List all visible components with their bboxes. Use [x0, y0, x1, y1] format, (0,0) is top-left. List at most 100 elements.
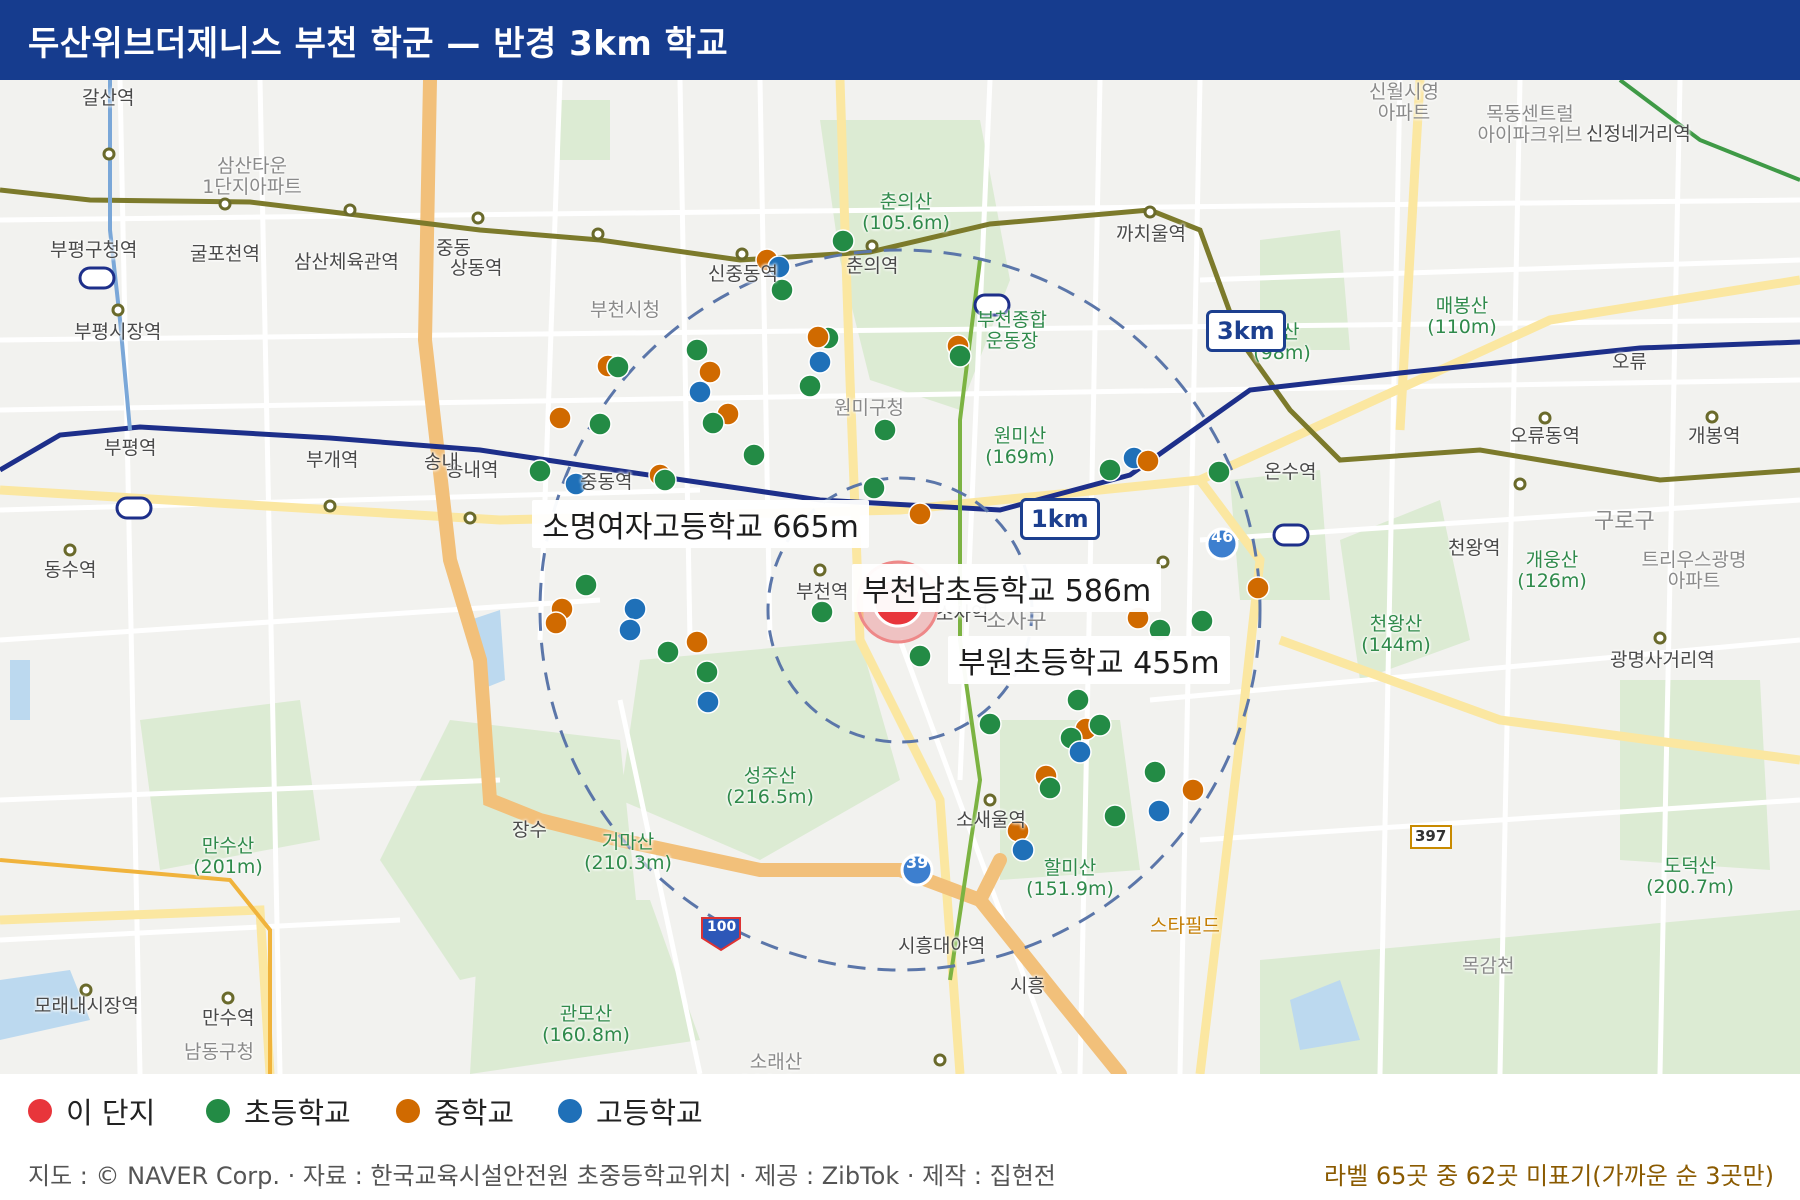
school-marker[interactable] — [1143, 760, 1167, 784]
school-marker[interactable] — [808, 350, 832, 374]
station-label: 삼산체육관역 — [294, 251, 399, 273]
station-label: 굴포천역 — [190, 243, 260, 265]
school-marker[interactable] — [978, 712, 1002, 736]
school-marker[interactable] — [653, 468, 677, 492]
school-marker[interactable] — [606, 355, 630, 379]
mountain-label: 원미산 (169m) — [985, 425, 1055, 468]
ic-label: 장수 — [512, 819, 547, 841]
ring-3km-label: 3km — [1206, 310, 1286, 352]
station-label: 모래내시장역 — [34, 995, 139, 1017]
school-marker[interactable] — [698, 360, 722, 384]
school-marker[interactable] — [1136, 449, 1160, 473]
school-marker[interactable] — [685, 630, 709, 654]
mountain-label: 소래산 (299.6m) — [732, 1051, 820, 1074]
school-marker[interactable] — [948, 344, 972, 368]
station-label: 광명사거리역 — [1610, 649, 1715, 671]
school-label-somyeong: 소명여자고등학교 665m — [532, 500, 869, 548]
mountain-label: 매봉산 (110m) — [1427, 295, 1497, 338]
school-marker[interactable] — [701, 411, 725, 435]
ic-label: 오류 — [1612, 351, 1647, 373]
station-label: 시흥대야역 — [898, 935, 986, 957]
legend-middle: 중학교 — [396, 1090, 514, 1132]
station-label: 동수역 — [44, 559, 97, 581]
school-marker[interactable] — [908, 644, 932, 668]
road-shield-label: 46 — [1211, 527, 1234, 546]
school-marker[interactable] — [688, 380, 712, 404]
station-label: 상동역 — [450, 257, 503, 279]
school-marker[interactable] — [806, 325, 830, 349]
station-label: 개봉역 — [1688, 425, 1741, 447]
school-marker[interactable] — [1207, 460, 1231, 484]
school-marker[interactable] — [1190, 609, 1214, 633]
station-label: 부평역 — [104, 437, 157, 459]
mountain-label: 거마산 (210.3m) — [584, 831, 672, 874]
credit-text: 지도 : © NAVER Corp. · 자료 : 한국교육시설안전원 초중등학… — [28, 1162, 1056, 1190]
school-marker[interactable] — [1103, 804, 1127, 828]
place-label: 삼산타운 1단지아파트 — [202, 155, 302, 198]
station-label: 남동구청 — [184, 1041, 254, 1063]
ring-1km-label: 1km — [1020, 498, 1100, 540]
legend-label: 이 단지 — [66, 1096, 156, 1130]
label-count-note: 라벨 65곳 중 62곳 미표기(가까운 순 3곳만) — [1324, 1162, 1774, 1190]
legend-dot — [396, 1099, 420, 1123]
ic-label: 중동 — [436, 237, 471, 259]
place-label: 목동센트럴 아이파크위브 — [1477, 103, 1583, 146]
station-label: 까치울역 — [1116, 223, 1186, 245]
school-marker[interactable] — [742, 443, 766, 467]
school-marker[interactable] — [1068, 740, 1092, 764]
school-marker[interactable] — [696, 690, 720, 714]
place-label: 부천시청 — [590, 299, 660, 321]
station-label: 중동역 — [580, 471, 633, 493]
mountain-label: 개웅산 (126m) — [1517, 549, 1587, 592]
school-marker[interactable] — [618, 618, 642, 642]
station-label: 온수역 — [1264, 461, 1317, 483]
mountain-label: 성주산 (216.5m) — [726, 765, 814, 808]
school-marker[interactable] — [1066, 688, 1090, 712]
school-marker[interactable] — [574, 573, 598, 597]
mountain-label: 만수산 (201m) — [193, 835, 263, 878]
station-label: 갈산역 — [82, 87, 135, 109]
school-marker[interactable] — [1246, 576, 1270, 600]
station-label: 부천역 — [796, 581, 849, 603]
mountain-label: 천왕산 (144m) — [1361, 613, 1431, 656]
school-marker[interactable] — [528, 459, 552, 483]
school-marker[interactable] — [1088, 713, 1112, 737]
station-label: 천왕역 — [1448, 537, 1501, 559]
school-marker[interactable] — [908, 502, 932, 526]
station-label: 소새울역 — [956, 809, 1026, 831]
mountain-label: 할미산 (151.9m) — [1026, 857, 1114, 900]
station-label: 만수역 — [202, 1007, 255, 1029]
school-marker[interactable] — [1181, 778, 1205, 802]
school-marker[interactable] — [810, 600, 834, 624]
school-marker[interactable] — [548, 406, 572, 430]
school-marker[interactable] — [1147, 799, 1171, 823]
page-title: 두산위브더제니스 부천 학군 — 반경 3km 학교 — [28, 24, 729, 64]
school-marker[interactable] — [862, 476, 886, 500]
school-marker[interactable] — [544, 611, 568, 635]
school-marker[interactable] — [873, 418, 897, 442]
ic-label: 송내 — [424, 451, 459, 473]
place-label: 부천종합 운동장 — [977, 309, 1047, 352]
place-label: 스타필드 — [1150, 915, 1220, 937]
school-marker[interactable] — [798, 374, 822, 398]
place-label: 신월시영 아파트 — [1369, 81, 1439, 124]
station-label: 부평구청역 — [50, 239, 138, 261]
legend-label: 초등학교 — [244, 1096, 351, 1130]
school-marker[interactable] — [831, 229, 855, 253]
place-label: 소사구 — [986, 609, 1047, 634]
school-marker[interactable] — [623, 597, 647, 621]
legend-elementary: 초등학교 — [206, 1090, 351, 1132]
school-marker[interactable] — [695, 660, 719, 684]
school-marker[interactable] — [588, 412, 612, 436]
station-label: 신정네거리역 — [1586, 123, 1691, 145]
school-marker[interactable] — [685, 338, 709, 362]
school-marker[interactable] — [1038, 776, 1062, 800]
map-canvas[interactable]: 갈산역 부평구청역 굴포천역 삼산체육관역 상동역 신중동역 춘의역 까치울역 … — [0, 80, 1800, 1074]
place-label: 트리우스광명 아파트 — [1641, 549, 1747, 592]
school-marker[interactable] — [1098, 458, 1122, 482]
mountain-label: 도덕산 (200.7m) — [1646, 855, 1734, 898]
school-marker[interactable] — [656, 640, 680, 664]
legend-label: 고등학교 — [596, 1096, 703, 1130]
legend-label: 중학교 — [434, 1096, 515, 1130]
mountain-label: 춘의산 (105.6m) — [862, 191, 950, 234]
